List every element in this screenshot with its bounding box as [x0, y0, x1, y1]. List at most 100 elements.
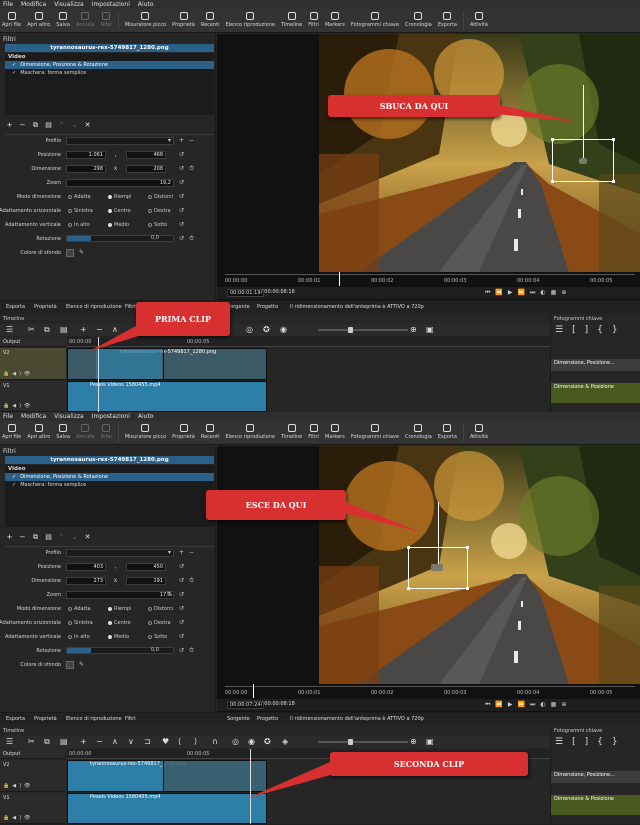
keyframe-track-position[interactable]: Dimensione & Posizione: [551, 383, 640, 403]
reset-icon[interactable]: ↺: [178, 179, 185, 186]
resize-handle[interactable]: [407, 587, 410, 590]
menu-icon[interactable]: ☰: [6, 325, 13, 334]
tab-filters[interactable]: Filtri: [125, 716, 136, 722]
resize-handle[interactable]: [466, 587, 469, 590]
append-icon[interactable]: +: [80, 737, 87, 746]
radio-v-align-3[interactable]: Sotto: [148, 634, 167, 640]
radio-h-align-1[interactable]: Sinistra: [68, 208, 93, 214]
track-controls[interactable]: 🔒◀)👁: [3, 783, 33, 789]
radio-size-mode-3[interactable]: Distorci: [148, 194, 173, 200]
scrub-icon[interactable]: ◎: [246, 325, 253, 334]
rotation-slider[interactable]: 0,0: [66, 235, 174, 242]
filter-item-mask[interactable]: ✓ Maschera: forma semplice: [5, 481, 214, 489]
add-filter-icon[interactable]: +: [5, 533, 14, 542]
overwrite-icon[interactable]: ∨: [128, 737, 134, 746]
clip-dinosaur[interactable]: tyrannosaurus-rex-5749817_1280.png: [67, 760, 267, 792]
color-swatch[interactable]: [66, 661, 74, 669]
menu-icon[interactable]: ☰: [555, 737, 563, 747]
peak-meter-toolbar-button[interactable]: Misuratore picco: [125, 423, 166, 440]
fast-forward-icon[interactable]: ⏩: [518, 289, 525, 297]
resize-handle[interactable]: [407, 546, 410, 549]
reset-icon[interactable]: ↺: [178, 577, 185, 584]
tab-source[interactable]: Sorgente: [227, 304, 250, 310]
radio-dot[interactable]: [148, 635, 152, 639]
export-toolbar-button[interactable]: Esporta: [438, 423, 457, 440]
remove-icon[interactable]: −: [96, 737, 103, 746]
paste-icon[interactable]: ▤: [60, 325, 68, 334]
radio-dot[interactable]: [108, 607, 112, 611]
reset-icon[interactable]: ↺: [178, 647, 185, 654]
ripple-all-icon[interactable]: ◉: [280, 325, 287, 334]
history-toolbar-button[interactable]: Cronologia: [405, 423, 432, 440]
ripple-markers-icon[interactable]: ◈: [282, 737, 288, 746]
resize-handle[interactable]: [466, 546, 469, 549]
radio-size-mode-2[interactable]: Riempi: [108, 606, 131, 612]
menu-icon[interactable]: ☰: [555, 325, 563, 335]
jobs-toolbar-button[interactable]: Attività: [470, 423, 488, 440]
menu-file[interactable]: File: [3, 413, 13, 420]
clock-toolbar-button[interactable]: Recenti: [201, 423, 220, 440]
resize-handle[interactable]: [612, 180, 615, 183]
preset-combo[interactable]: [66, 137, 174, 145]
reset-icon[interactable]: ↺: [178, 605, 185, 612]
clip-pexels[interactable]: Pexels Videos 1580455.mp4: [67, 381, 267, 412]
radio-h-align-1[interactable]: Sinistra: [68, 620, 93, 626]
filter-toolbar-button[interactable]: Filtri: [308, 11, 319, 28]
radio-dot[interactable]: [148, 195, 152, 199]
close-filter-icon[interactable]: ✕: [83, 121, 92, 130]
reset-icon[interactable]: ↺: [178, 165, 185, 172]
radio-h-align-2[interactable]: Centro: [108, 208, 131, 214]
resize-handle[interactable]: [551, 138, 554, 141]
radio-size-mode-1[interactable]: Adatta: [68, 606, 91, 612]
selection-box[interactable]: [407, 502, 469, 590]
video-viewer[interactable]: 00:00:00 00:00:01 00:00:02 00:00:03 00:00:04…: [217, 446, 640, 712]
radio-dot[interactable]: [68, 223, 72, 227]
menu-settings[interactable]: Impostazioni: [92, 1, 130, 8]
move-down-icon[interactable]: ⌄: [70, 121, 79, 130]
move-up-icon[interactable]: ⌃: [57, 121, 66, 130]
radio-dot[interactable]: [108, 621, 112, 625]
move-up-icon[interactable]: ⌃: [57, 533, 66, 542]
skip-start-icon[interactable]: ⏮: [485, 289, 490, 297]
fit-icon[interactable]: ▣: [426, 325, 434, 334]
copy-filter-icon[interactable]: ⧉: [31, 533, 40, 542]
remove-filter-icon[interactable]: −: [18, 121, 27, 130]
bracket-left-icon[interactable]: [: [572, 737, 576, 747]
reset-icon[interactable]: ↺: [178, 207, 185, 214]
folder-more-toolbar-button[interactable]: Apri altro: [27, 423, 50, 440]
viewer-playhead[interactable]: [339, 272, 340, 286]
fit-icon[interactable]: ▣: [426, 737, 434, 746]
clip-pexels[interactable]: Pexels Videos 1580455.mp4: [67, 793, 267, 824]
menu-settings[interactable]: Impostazioni: [92, 413, 130, 420]
radio-size-mode-3[interactable]: Distorci: [148, 606, 173, 612]
menu-icon[interactable]: ☰: [6, 737, 13, 746]
undo-toolbar-button[interactable]: Annulla: [76, 11, 95, 28]
keyframe-icon[interactable]: ⏱: [188, 165, 195, 172]
tab-project[interactable]: Progetto: [257, 304, 278, 310]
keyframe-track-size[interactable]: Dimensione, Posizione...: [551, 771, 640, 783]
copy-icon[interactable]: ⧉: [44, 737, 50, 746]
position-field-1[interactable]: 1.061: [66, 151, 106, 159]
skip-start-icon[interactable]: ⏮: [485, 701, 490, 709]
timeline-toolbar-button[interactable]: Timeline: [281, 423, 302, 440]
add-filter-icon[interactable]: +: [5, 121, 14, 130]
stopwatch-toolbar-button[interactable]: Fotogrammi chiave: [351, 11, 399, 28]
v2-track-head[interactable]: V2 🔒◀)👁: [0, 760, 66, 792]
remove-preset-icon[interactable]: −: [188, 549, 195, 556]
jobs-toolbar-button[interactable]: Attività: [470, 11, 488, 28]
paste-filter-icon[interactable]: ▤: [44, 533, 53, 542]
menu-edit[interactable]: Modifica: [21, 413, 46, 420]
current-timecode[interactable]: 00:00:07:24: [227, 701, 264, 709]
skip-end-icon[interactable]: ⏭: [530, 701, 535, 709]
preset-combo[interactable]: [66, 549, 174, 557]
cut-icon[interactable]: ✂: [28, 325, 35, 334]
zoom-field-1[interactable]: 19,2: [66, 179, 174, 187]
radio-h-align-3[interactable]: Destra: [148, 208, 171, 214]
ripple-icon[interactable]: ✪: [263, 325, 270, 334]
tab-playlist[interactable]: Elenco di riproduzione: [66, 716, 122, 722]
reset-icon[interactable]: ↺: [178, 633, 185, 640]
bracket-left-icon[interactable]: [: [572, 325, 576, 335]
viewer-playhead[interactable]: [253, 684, 254, 698]
info-toolbar-button[interactable]: Proprietà: [172, 423, 195, 440]
eyedropper-icon[interactable]: ✎: [78, 661, 85, 668]
